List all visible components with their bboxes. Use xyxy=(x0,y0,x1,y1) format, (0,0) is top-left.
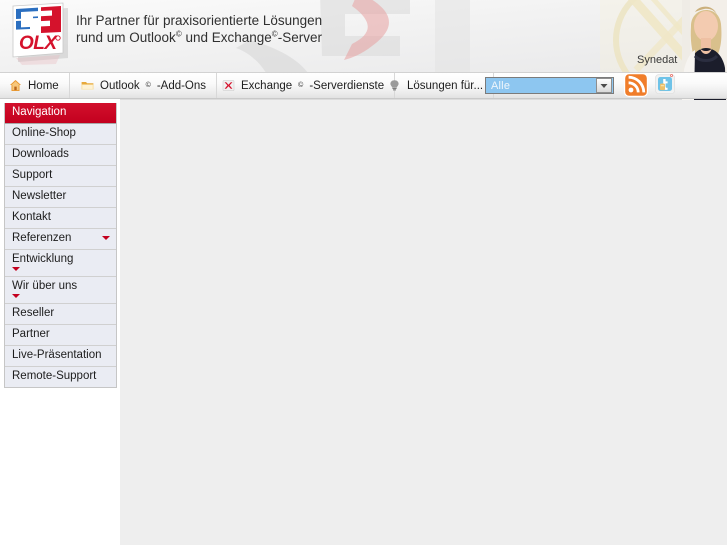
sidebar-item-label: Support xyxy=(12,169,53,181)
menu-item-exchange-services[interactable]: Exchange © -Serverdienste xyxy=(213,73,396,98)
sidebar-item-referenzen[interactable]: Referenzen xyxy=(5,229,116,250)
menu-item-home-label: Home xyxy=(28,79,59,92)
sidebar-item-label: Live-Präsentation xyxy=(12,349,102,361)
tagline-line-2-mid: und Exchange xyxy=(181,30,272,45)
menu-item-exchange-label: Exchange xyxy=(241,79,293,92)
menu-item-exchange-suffix: -Serverdienste xyxy=(309,79,385,92)
sidebar-item-label: Downloads xyxy=(12,148,69,160)
search-scope-value: Alle xyxy=(491,79,511,92)
company-logo[interactable]: OLX xyxy=(8,2,70,66)
house-icon xyxy=(9,79,22,92)
chevron-down-icon[interactable] xyxy=(12,294,20,298)
tagline-line-2-pre: rund um Outlook xyxy=(76,30,176,45)
tagline-line-2-post: -Server xyxy=(277,30,322,45)
sidebar-item-newsletter[interactable]: Newsletter xyxy=(5,187,116,208)
sidebar-item-remote-support[interactable]: Remote-Support xyxy=(5,367,116,387)
menu-item-outlook-addons[interactable]: Outlook © -Add-Ons xyxy=(72,73,218,98)
sidebar-item-label: Newsletter xyxy=(12,190,67,202)
tagline-line-2: rund um Outlook© und Exchange©-Server xyxy=(76,29,322,46)
sidebar-item-entwicklung[interactable]: Entwicklung xyxy=(5,250,116,277)
sidebar-item-kontakt[interactable]: Kontakt xyxy=(5,208,116,229)
sidebar-item-label: Partner xyxy=(12,328,50,340)
header-tagline: Ihr Partner für praxisorientierte Lösung… xyxy=(76,12,322,46)
sidebar-item-support[interactable]: Support xyxy=(5,166,116,187)
svg-text:OLX: OLX xyxy=(19,33,58,54)
sidebar-item-label: Referenzen xyxy=(12,232,72,244)
rss-icon[interactable] xyxy=(624,73,648,100)
chevron-down-icon[interactable] xyxy=(596,78,612,93)
sidebar-navigation: Navigation Online-Shop Downloads Support… xyxy=(4,103,117,388)
main-content-panel xyxy=(120,99,727,545)
sidebar-item-wir-ueber-uns[interactable]: Wir über uns xyxy=(5,277,116,304)
sidebar-item-live-praesentation[interactable]: Live-Präsentation xyxy=(5,346,116,367)
exchange-icon xyxy=(222,79,235,92)
sidebar-item-label: Entwicklung xyxy=(12,253,74,265)
sidebar-item-downloads[interactable]: Downloads xyxy=(5,145,116,166)
lightbulb-icon xyxy=(388,79,401,92)
sidebar-item-label: Reseller xyxy=(12,307,55,319)
sidebar-item-label: Kontakt xyxy=(12,211,51,223)
chevron-down-icon[interactable] xyxy=(12,267,20,271)
menu-item-outlook-suffix: -Add-Ons xyxy=(156,79,207,92)
menu-item-home[interactable]: Home xyxy=(0,73,70,98)
sidebar-item-partner[interactable]: Partner xyxy=(5,325,116,346)
main-menu-bar: Home Outlook © -Add-Ons Exchange © -Serverdi… xyxy=(0,72,727,99)
sidebar-item-label: Remote-Support xyxy=(12,370,97,382)
content-wrapper: Navigation Online-Shop Downloads Support… xyxy=(0,99,727,545)
twitter-icon[interactable] xyxy=(651,73,679,100)
brand-name-label: Synedat xyxy=(637,54,678,66)
social-links xyxy=(624,72,684,99)
folder-icon xyxy=(81,79,94,92)
sidebar-item-label: Online-Shop xyxy=(12,127,76,139)
site-header: OLX Ihr Partner für praxisorientierte Lö… xyxy=(0,0,727,72)
menu-item-loesungen-label: Lösungen für... xyxy=(407,79,484,92)
menu-item-loesungen-fuer[interactable]: Lösungen für... xyxy=(379,73,495,98)
sidebar-title: Navigation xyxy=(5,103,116,124)
chevron-down-icon[interactable] xyxy=(102,236,110,240)
search-scope-select[interactable]: Alle xyxy=(485,77,614,94)
menu-item-outlook-label: Outlook xyxy=(100,79,140,92)
sidebar-item-reseller[interactable]: Reseller xyxy=(5,304,116,325)
sidebar-item-label: Wir über uns xyxy=(12,280,78,292)
sidebar-item-online-shop[interactable]: Online-Shop xyxy=(5,124,116,145)
tagline-line-1: Ihr Partner für praxisorientierte Lösung… xyxy=(76,13,323,28)
